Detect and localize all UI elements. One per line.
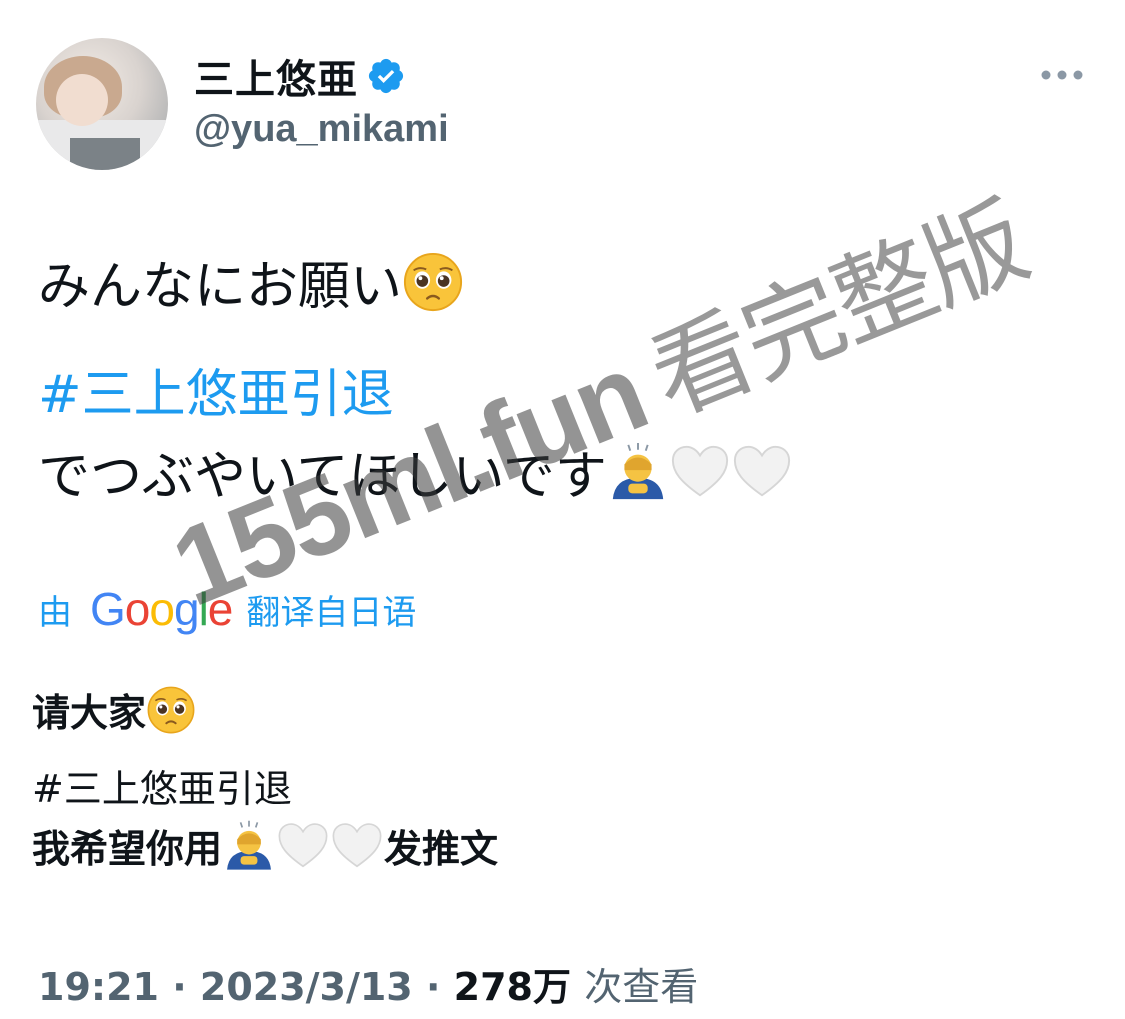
display-name-row[interactable]: 三上悠亜	[194, 52, 406, 103]
translation-attribution[interactable]: 由 Google 翻译自日语	[38, 582, 416, 636]
translated-text-line-3-after: 发推文	[384, 827, 499, 871]
tweet-time[interactable]: 19:21	[38, 965, 159, 1009]
avatar-face	[56, 74, 108, 126]
views-count[interactable]: 278万	[454, 965, 571, 1009]
more-options-icon[interactable]	[1040, 68, 1084, 82]
translation-prefix: 由	[38, 592, 72, 633]
meta-separator: ·	[425, 965, 441, 1009]
white-heart-emoji	[671, 445, 728, 496]
person-bowing-emoji	[612, 442, 664, 499]
white-heart-emoji	[332, 822, 382, 867]
user-handle[interactable]: @yua_mikami	[194, 108, 449, 151]
translated-hashtag-text[interactable]: #三上悠亜引退	[32, 758, 292, 813]
person-bowing-emoji	[227, 820, 271, 870]
display-name[interactable]: 三上悠亜	[194, 47, 358, 105]
tweet-text-line-1: みんなにお願い	[38, 257, 403, 317]
translation-suffix: 翻译自日语	[246, 592, 417, 633]
translated-hashtag-link[interactable]: #三上悠亜引退	[32, 758, 292, 813]
avatar[interactable]	[36, 38, 168, 170]
tweet-meta: 19:21 · 2023/3/13 · 278万 次查看	[38, 956, 698, 1011]
tweet-date[interactable]: 2023/3/13	[200, 965, 413, 1009]
meta-separator: ·	[172, 965, 187, 1009]
translated-line-3: 我希望你用 发推文	[32, 818, 498, 873]
avatar-object	[70, 138, 140, 170]
tweet-line-1: みんなにお願い	[38, 244, 464, 319]
tweet-text-line-3: でつぶやいてほしいです	[38, 447, 607, 507]
google-logo: Google	[90, 583, 233, 635]
watermark-suffix: 看完整版	[634, 182, 1042, 438]
translated-text-line-1: 请大家	[32, 691, 147, 735]
pleading-face-emoji	[147, 686, 195, 733]
white-heart-emoji	[733, 445, 790, 496]
verified-badge-icon	[368, 58, 404, 94]
tweet-line-3: でつぶやいてほしいです	[38, 434, 793, 509]
hashtag-link[interactable]: #三上悠亜引退	[38, 352, 394, 427]
views-label: 次查看	[584, 965, 699, 1009]
white-heart-emoji	[278, 822, 328, 867]
translated-text-line-3-before: 我希望你用	[32, 827, 223, 871]
pleading-face-emoji	[403, 252, 463, 311]
hashtag-text[interactable]: #三上悠亜引退	[38, 352, 394, 427]
translated-line-1: 请大家	[32, 682, 196, 737]
